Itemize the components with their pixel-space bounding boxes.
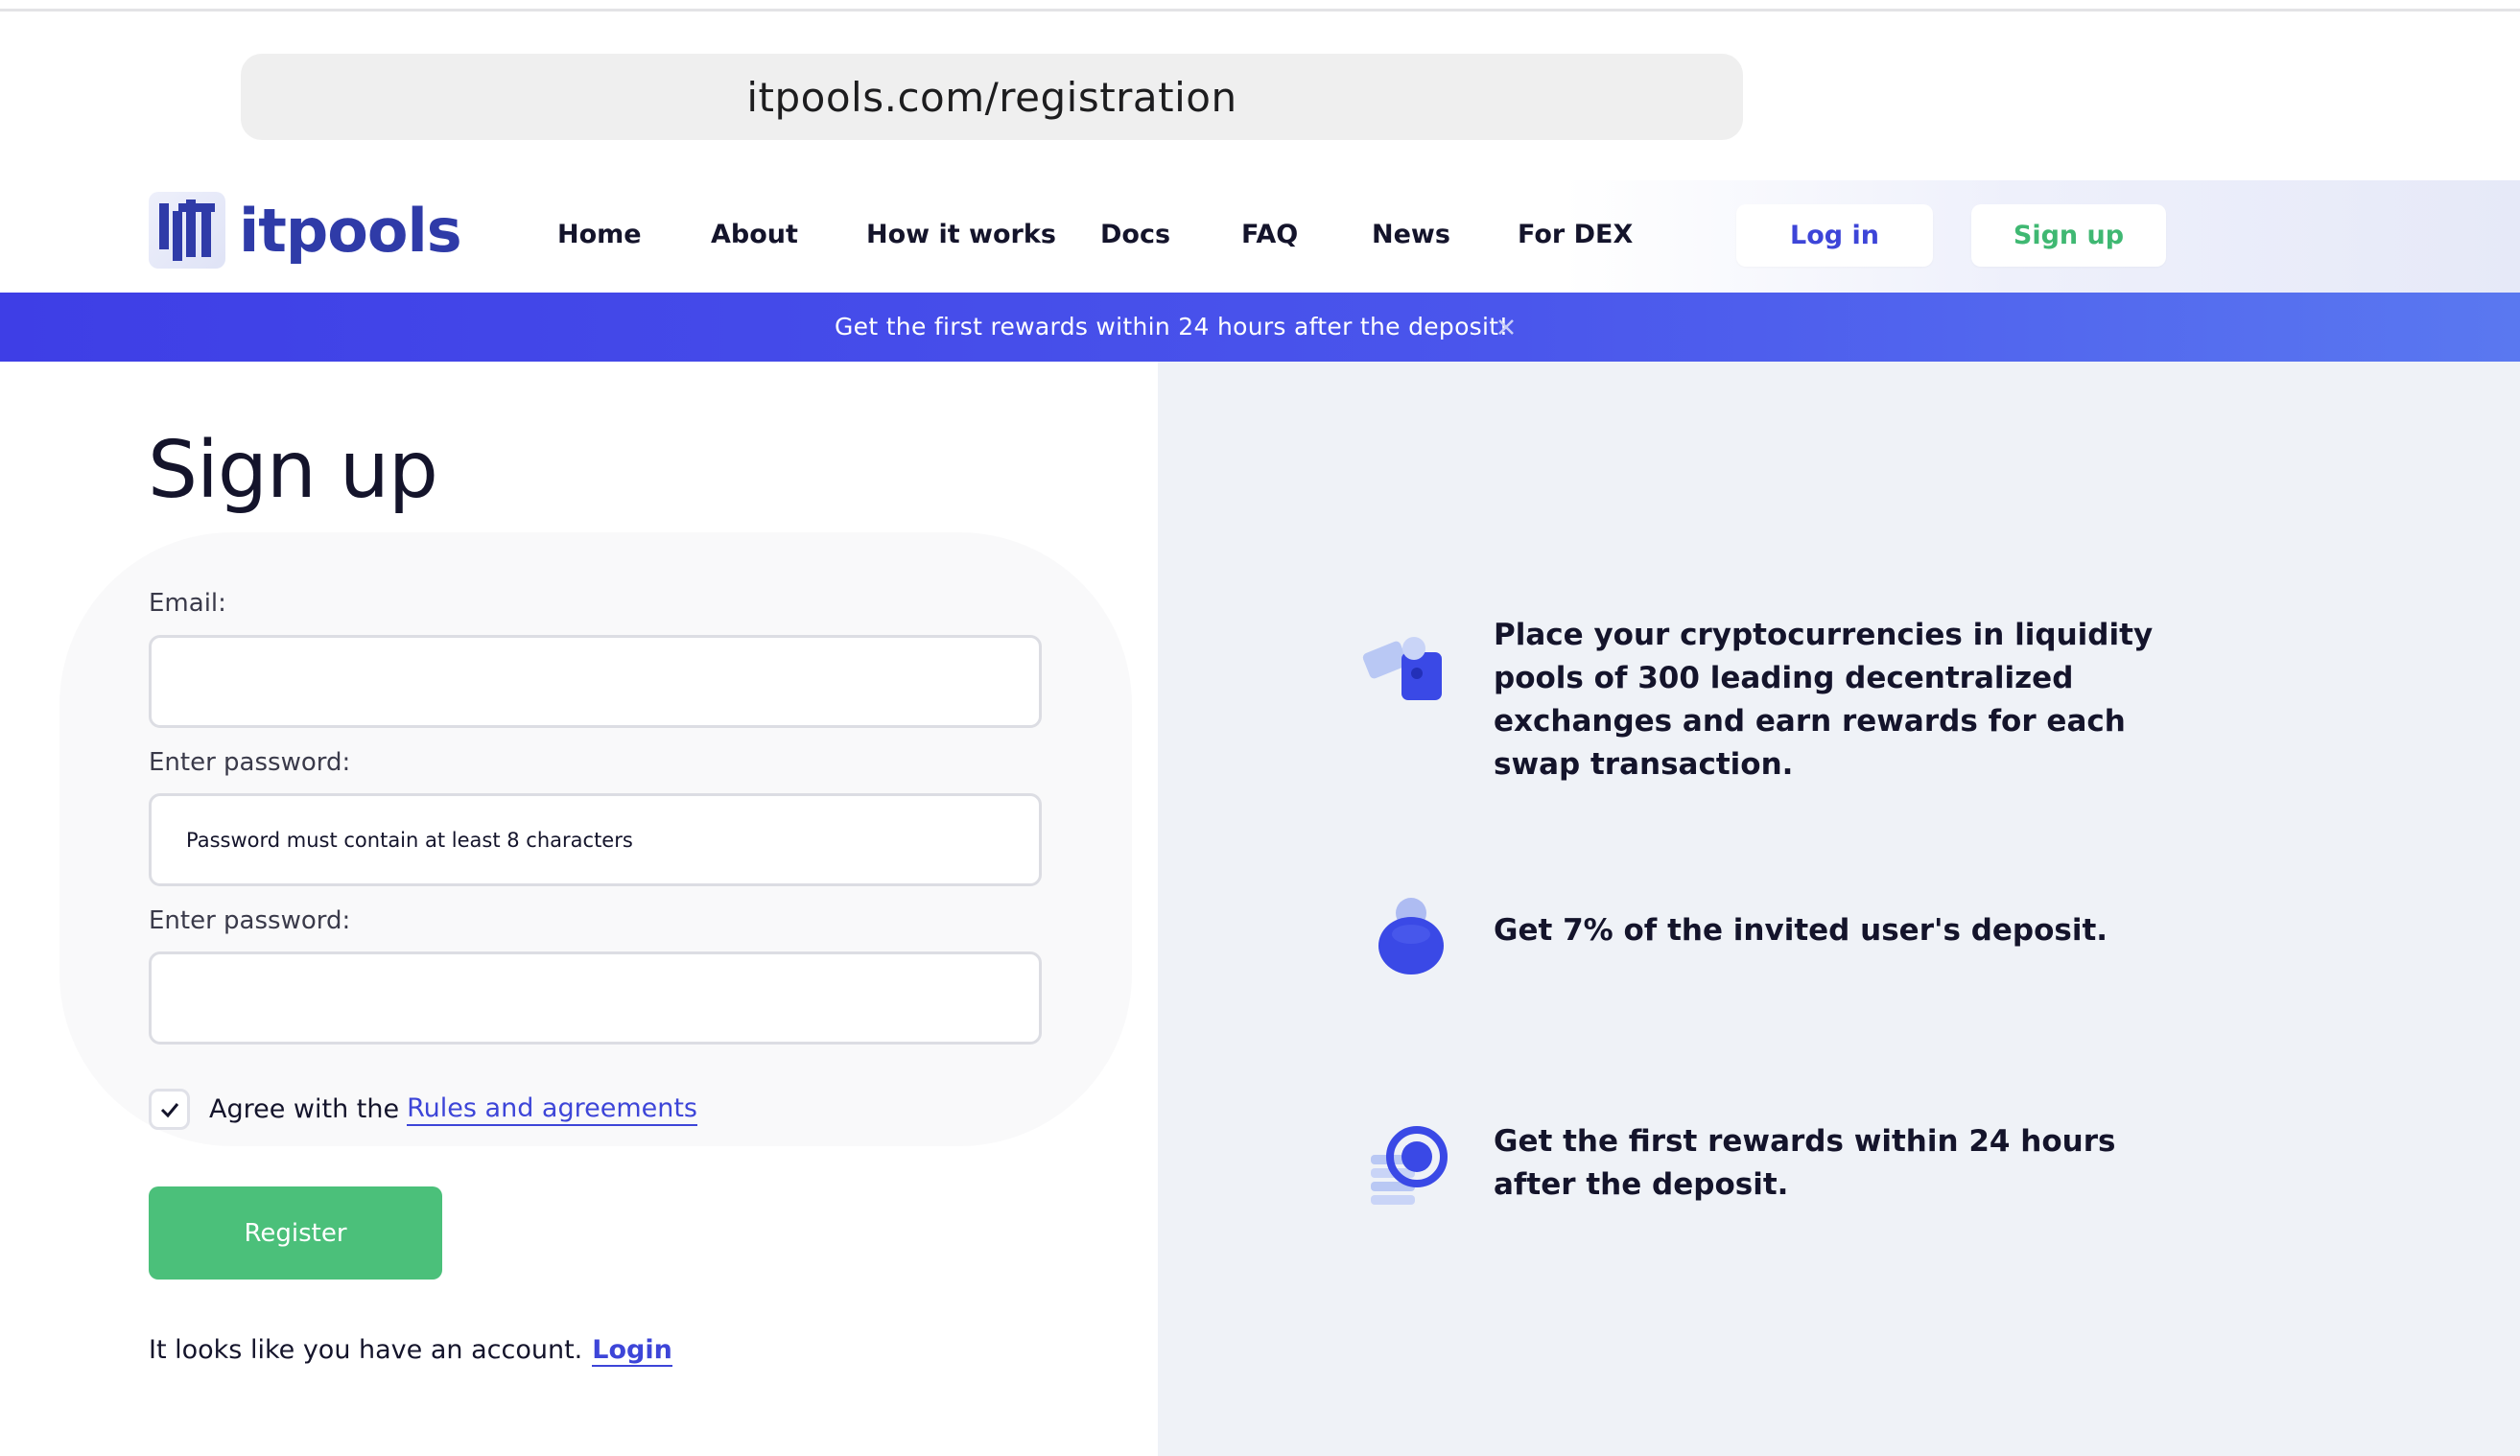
- login-link[interactable]: Login: [592, 1335, 672, 1367]
- agree-row: Agree with the Rules and agreements: [149, 1088, 698, 1131]
- account-text: It looks like you have an account.: [149, 1335, 583, 1365]
- checkmark-icon: [160, 1102, 178, 1117]
- confirm-password-field[interactable]: [149, 951, 1042, 1045]
- browser-top-edge: [0, 0, 2520, 12]
- close-icon[interactable]: [1493, 314, 1519, 341]
- page-title: Sign up: [148, 425, 438, 516]
- confirm-password-label: Enter password:: [149, 906, 351, 935]
- signup-button[interactable]: Sign up: [1971, 204, 2166, 267]
- logo-mark-icon: [149, 192, 225, 269]
- coins-clock-icon: [1357, 1120, 1453, 1216]
- banner-text: Get the first rewards within 24 hours af…: [835, 313, 1509, 341]
- email-field[interactable]: [149, 635, 1042, 728]
- logo-text: itpools: [239, 195, 462, 266]
- agree-text: Agree with the: [209, 1094, 400, 1124]
- account-row: It looks like you have an account. Login: [149, 1335, 672, 1367]
- nav-news[interactable]: News: [1372, 206, 1450, 264]
- nav-how-it-works[interactable]: How it works: [866, 206, 1056, 264]
- url-text: itpools.com/registration: [746, 73, 1237, 121]
- nav-home[interactable]: Home: [557, 206, 642, 264]
- register-button[interactable]: Register: [149, 1186, 442, 1280]
- password-field[interactable]: [149, 793, 1042, 886]
- address-bar[interactable]: itpools.com/registration: [241, 54, 1743, 140]
- site-logo[interactable]: itpools: [149, 192, 462, 269]
- liquidity-pool-icon: [1357, 614, 1453, 710]
- feature-text: Get 7% of the invited user's deposit.: [1494, 913, 2108, 948]
- nav-about[interactable]: About: [711, 206, 798, 264]
- agree-checkbox[interactable]: [149, 1089, 190, 1130]
- feature-text: Get the first rewards within 24 hours af…: [1494, 1124, 2116, 1202]
- feature-item: Get 7% of the invited user's deposit.: [1357, 886, 2184, 982]
- user-invite-icon: [1357, 886, 1453, 982]
- email-label: Email:: [149, 589, 226, 618]
- nav-faq[interactable]: FAQ: [1241, 206, 1298, 264]
- feature-item: Place your cryptocurrencies in liquidity…: [1357, 614, 2184, 787]
- nav-docs[interactable]: Docs: [1100, 206, 1170, 264]
- rules-link[interactable]: Rules and agreements: [407, 1093, 698, 1126]
- promo-banner: Get the first rewards within 24 hours af…: [0, 293, 2520, 362]
- password-label: Enter password:: [149, 748, 351, 777]
- feature-item: Get the first rewards within 24 hours af…: [1357, 1120, 2184, 1216]
- feature-text: Place your cryptocurrencies in liquidity…: [1494, 618, 2154, 782]
- login-button[interactable]: Log in: [1736, 204, 1933, 267]
- nav-for-dex[interactable]: For DEX: [1518, 206, 1633, 264]
